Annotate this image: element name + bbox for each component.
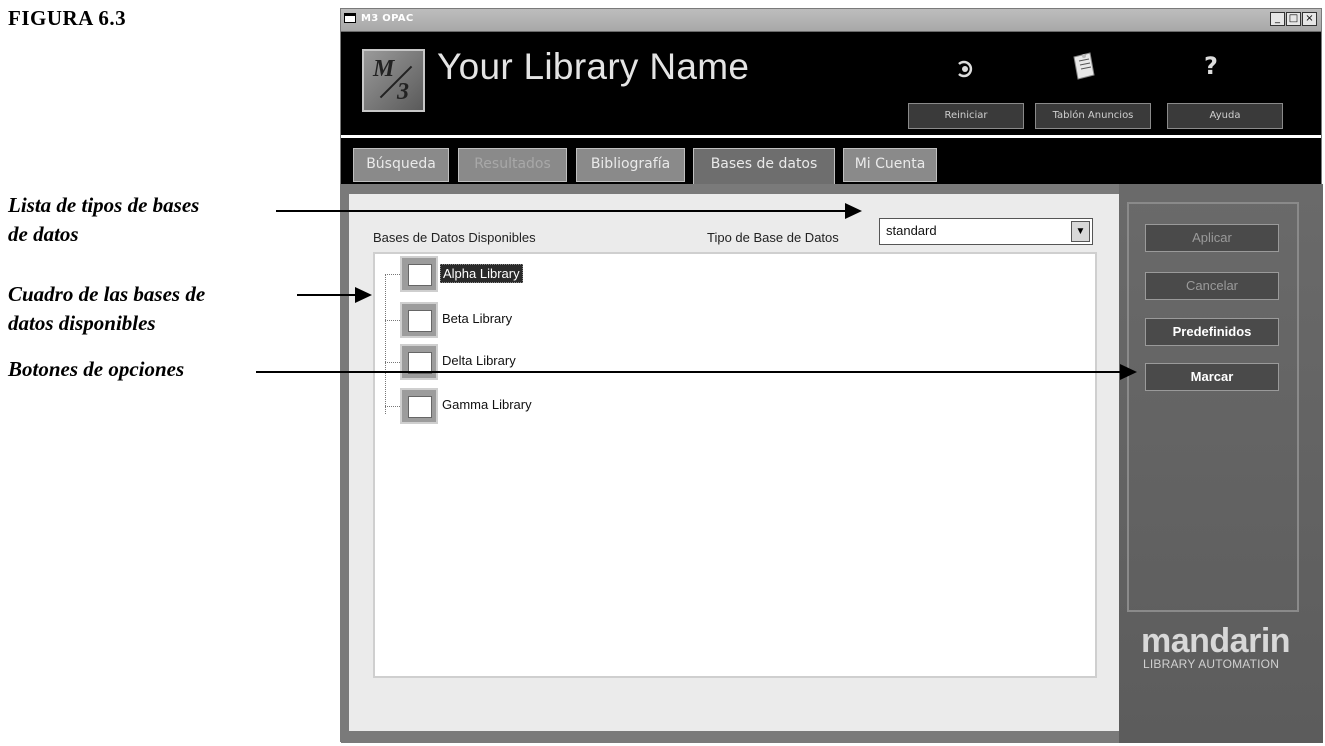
tab-resultados[interactable]: Resultados <box>458 148 567 182</box>
checkbox[interactable] <box>400 256 438 292</box>
database-label: Alpha Library <box>440 264 523 283</box>
database-type-select[interactable]: standard ▼ <box>879 218 1093 245</box>
maximize-button[interactable]: □ <box>1286 12 1301 26</box>
minimize-button[interactable]: _ <box>1270 12 1285 26</box>
list-item[interactable]: Delta Library <box>385 342 785 382</box>
databases-panel: Bases de Datos Disponibles Tipo de Base … <box>349 194 1119 731</box>
tab-busqueda[interactable]: Búsqueda <box>353 148 449 182</box>
cancel-button[interactable]: Cancelar <box>1145 272 1279 300</box>
database-label: Delta Library <box>442 353 516 368</box>
reset-button[interactable]: Reiniciar <box>908 103 1024 129</box>
mark-button[interactable]: Marcar <box>1145 363 1279 391</box>
annotation-line <box>276 210 845 212</box>
arrow-icon <box>355 287 372 303</box>
tab-mi-cuenta[interactable]: Mi Cuenta <box>843 148 937 182</box>
annotation-db-type-list: Lista de tipos de bases <box>8 193 200 217</box>
window-icon <box>344 13 356 23</box>
bulletin-board-button[interactable]: Tablón Anuncios <box>1035 103 1151 129</box>
window-controls: _ □ × <box>1270 12 1317 26</box>
chevron-down-icon[interactable]: ▼ <box>1071 221 1090 242</box>
annotation-line <box>256 371 1122 373</box>
options-sidebar: Aplicar Cancelar Predefinidos Marcar man… <box>1119 184 1323 743</box>
options-frame <box>1127 202 1299 612</box>
checkbox[interactable] <box>400 344 438 380</box>
annotation-option-buttons: Botones de opciones <box>8 357 185 381</box>
annotation-db-box-cont: datos disponibles <box>8 311 156 335</box>
database-label: Beta Library <box>442 311 513 326</box>
arrow-icon <box>1120 364 1137 380</box>
list-item[interactable]: Gamma Library <box>385 386 785 426</box>
apply-button[interactable]: Aplicar <box>1145 224 1279 252</box>
annotation-db-type-list-cont: de datos <box>8 222 79 246</box>
tab-bases-de-datos[interactable]: Bases de datos <box>693 148 835 186</box>
list-item[interactable]: Beta Library <box>385 300 785 340</box>
content-area: Bases de Datos Disponibles Tipo de Base … <box>341 184 1323 743</box>
help-button[interactable]: Ayuda <box>1167 103 1283 129</box>
bulletin-icon[interactable] <box>1070 51 1098 81</box>
app-window: M3 OPAC _ □ × M3 Your Library Name ? Rei… <box>340 8 1323 743</box>
database-type-label: Tipo de Base de Datos <box>707 230 839 245</box>
help-icon[interactable]: ? <box>1199 52 1223 82</box>
tab-bibliografia[interactable]: Bibliografía <box>576 148 685 182</box>
defaults-button[interactable]: Predefinidos <box>1145 318 1279 346</box>
close-button[interactable]: × <box>1302 12 1317 26</box>
app-header: M3 Your Library Name ? Reiniciar Tablón … <box>341 32 1321 135</box>
annotation-line <box>297 294 355 296</box>
available-databases-label: Bases de Datos Disponibles <box>373 230 536 245</box>
available-databases-list[interactable]: Alpha Library Beta Library Delta Library… <box>373 252 1097 678</box>
arrow-icon <box>845 203 862 219</box>
mandarin-logo: mandarin <box>1141 622 1291 660</box>
database-label: Gamma Library <box>442 397 532 412</box>
database-type-value: standard <box>886 223 937 238</box>
list-item[interactable]: Alpha Library <box>385 254 785 294</box>
figure-label: FIGURA 6.3 <box>8 6 127 30</box>
m3-logo: M3 <box>362 49 425 112</box>
annotation-db-box: Cuadro de las bases de <box>8 282 206 306</box>
checkbox[interactable] <box>400 388 438 424</box>
title-bar[interactable]: M3 OPAC _ □ × <box>341 9 1321 32</box>
checkbox[interactable] <box>400 302 438 338</box>
library-name: Your Library Name <box>437 46 750 87</box>
brand-tagline: LIBRARY AUTOMATION <box>1143 657 1280 671</box>
window-title: M3 OPAC <box>361 13 414 24</box>
reset-icon[interactable] <box>952 57 978 81</box>
tab-bar: Búsqueda Resultados Bibliografía Bases d… <box>341 138 1321 186</box>
